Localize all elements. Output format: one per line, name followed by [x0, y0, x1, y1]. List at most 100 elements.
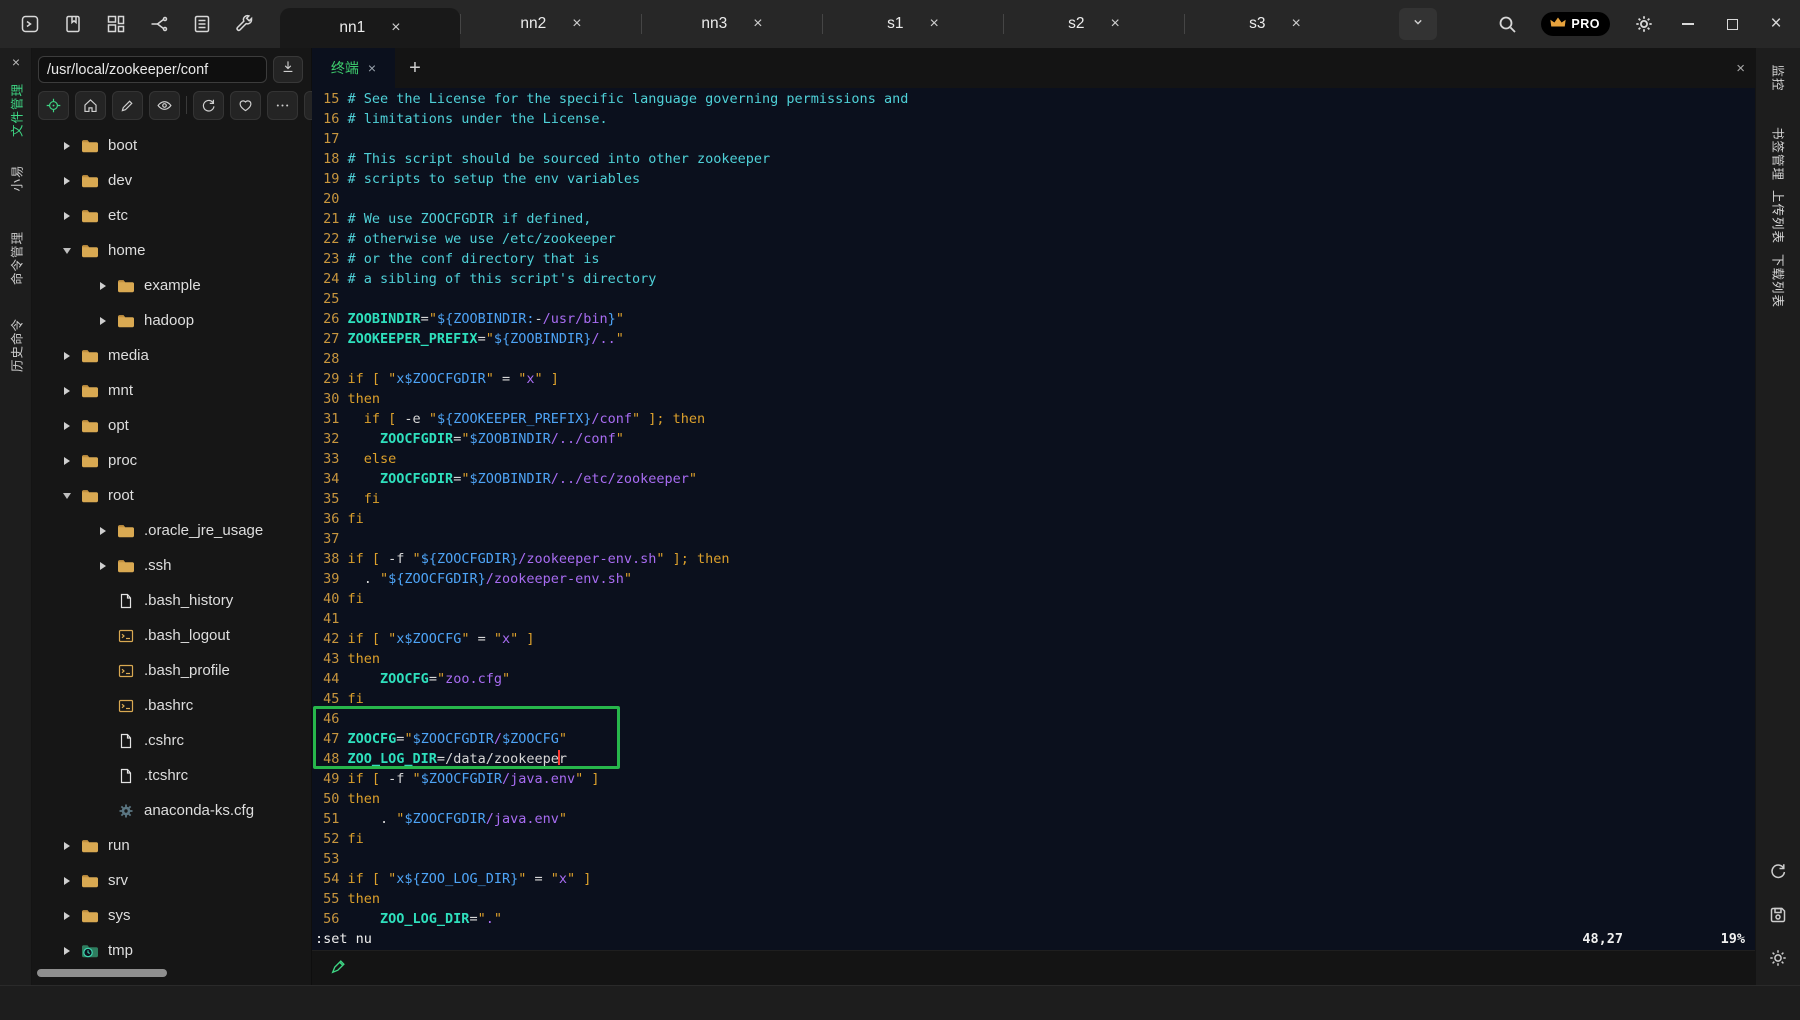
tree-item-.bashrc[interactable]: .bashrc	[32, 688, 311, 723]
session-tab-s2[interactable]: s2×	[1004, 0, 1184, 48]
expand-arrow-icon[interactable]	[62, 947, 72, 955]
tree-item-home[interactable]: home	[32, 233, 311, 268]
expand-arrow-icon[interactable]	[62, 387, 72, 395]
panel-collapse-button[interactable]: ×	[0, 54, 32, 70]
tab-close-icon[interactable]: ×	[930, 15, 939, 33]
expand-arrow-icon[interactable]	[62, 212, 72, 220]
expand-arrow-icon[interactable]	[62, 422, 72, 430]
layout-grid-icon[interactable]	[106, 14, 126, 34]
wrench-icon[interactable]	[235, 14, 255, 34]
right-rail-item[interactable]: 上传列表	[1756, 185, 1800, 249]
tree-item-.bash_logout[interactable]: .bash_logout	[32, 618, 311, 653]
window-close-button[interactable]: ×	[1766, 14, 1786, 34]
tree-item-srv[interactable]: srv	[32, 863, 311, 898]
tree-item-.cshrc[interactable]: .cshrc	[32, 723, 311, 758]
tree-item-media[interactable]: media	[32, 338, 311, 373]
marker-pen-icon[interactable]	[330, 957, 348, 980]
expand-arrow-icon[interactable]	[98, 562, 108, 570]
new-terminal-tab-button[interactable]: +	[395, 48, 435, 88]
eye-button[interactable]	[149, 91, 180, 120]
refresh-button[interactable]	[193, 91, 224, 120]
tree-item-.tcshrc[interactable]: .tcshrc	[32, 758, 311, 793]
expand-arrow-icon[interactable]	[62, 142, 72, 150]
tree-item-.oracle_jre_usage[interactable]: .oracle_jre_usage	[32, 513, 311, 548]
tree-item-.ssh[interactable]: .ssh	[32, 548, 311, 583]
connection-tree-icon[interactable]	[149, 14, 169, 34]
expand-arrow-icon[interactable]	[98, 527, 108, 535]
expand-arrow-icon[interactable]	[62, 457, 72, 465]
download-button[interactable]	[273, 56, 303, 83]
terminal-tab-close-icon[interactable]: ×	[368, 60, 376, 76]
settings-icon[interactable]	[1768, 948, 1788, 968]
folder-icon	[81, 348, 99, 364]
tree-item-tmp[interactable]: tmp	[32, 933, 311, 968]
tab-close-icon[interactable]: ×	[1111, 15, 1120, 33]
collapse-arrow-icon[interactable]	[62, 248, 72, 254]
terminal-launcher-icon[interactable]	[20, 14, 40, 34]
tab-close-icon[interactable]: ×	[391, 19, 400, 37]
tree-item-example[interactable]: example	[32, 268, 311, 303]
tree-item-.bash_profile[interactable]: .bash_profile	[32, 653, 311, 688]
left-rail-item[interactable]: 历史命令	[0, 313, 32, 377]
tree-item-anaconda-ks.cfg[interactable]: anaconda-ks.cfg	[32, 793, 311, 828]
expand-arrow-icon[interactable]	[98, 282, 108, 290]
session-tab-nn1[interactable]: nn1×	[280, 8, 460, 48]
tree-item-proc[interactable]: proc	[32, 443, 311, 478]
collapse-arrow-icon[interactable]	[62, 493, 72, 499]
session-tab-s3[interactable]: s3×	[1185, 0, 1365, 48]
session-tab-nn3[interactable]: nn3×	[642, 0, 822, 48]
tab-close-icon[interactable]: ×	[753, 15, 762, 33]
tree-item-etc[interactable]: etc	[32, 198, 311, 233]
scrollbar-thumb[interactable]	[37, 969, 167, 977]
terminal-panel-close-button[interactable]: ×	[1736, 48, 1745, 88]
code-line-20: 20	[315, 189, 1755, 209]
expand-arrow-icon[interactable]	[62, 177, 72, 185]
tree-item-opt[interactable]: opt	[32, 408, 311, 443]
expand-arrow-icon[interactable]	[62, 352, 72, 360]
rail-item-label: 下载列表	[1769, 254, 1788, 308]
tab-close-icon[interactable]: ×	[572, 15, 581, 33]
settings-button[interactable]	[1634, 14, 1654, 34]
favorite-button[interactable]	[230, 91, 261, 120]
left-rail-item[interactable]: 命令管理	[0, 226, 32, 290]
expand-arrow-icon[interactable]	[62, 912, 72, 920]
line-number: 34	[315, 471, 348, 487]
tab-close-icon[interactable]: ×	[1292, 15, 1301, 33]
session-tab-nn2[interactable]: nn2×	[461, 0, 641, 48]
pro-badge[interactable]: PRO	[1541, 12, 1610, 36]
tree-item-.bash_history[interactable]: .bash_history	[32, 583, 311, 618]
save-icon[interactable]	[1768, 905, 1788, 925]
terminal-screen[interactable]: 15 # See the License for the specific la…	[312, 88, 1755, 950]
tree-item-mnt[interactable]: mnt	[32, 373, 311, 408]
terminal-tab[interactable]: 终端 ×	[312, 48, 395, 88]
pen-button[interactable]	[112, 91, 143, 120]
tree-item-root[interactable]: root	[32, 478, 311, 513]
path-input[interactable]	[38, 56, 267, 83]
server-list-icon[interactable]	[192, 14, 212, 34]
right-rail-item[interactable]: 监控	[1756, 61, 1800, 95]
home-button[interactable]	[75, 91, 106, 120]
scroll-percent: 19%	[1721, 929, 1745, 949]
horizontal-scrollbar[interactable]	[37, 969, 305, 977]
right-rail-item[interactable]: 下载列表	[1756, 249, 1800, 313]
left-rail-item[interactable]: 小易	[0, 161, 32, 195]
tree-item-run[interactable]: run	[32, 828, 311, 863]
left-rail-item[interactable]: 文件管理	[0, 78, 32, 142]
locate-button[interactable]	[38, 91, 69, 120]
right-rail-item[interactable]: 书签管理	[1756, 122, 1800, 186]
maximize-button[interactable]	[1722, 14, 1742, 34]
tree-item-sys[interactable]: sys	[32, 898, 311, 933]
tree-item-dev[interactable]: dev	[32, 163, 311, 198]
tab-list-dropdown-button[interactable]	[1399, 8, 1437, 40]
expand-arrow-icon[interactable]	[62, 842, 72, 850]
minimize-button[interactable]	[1678, 14, 1698, 34]
search-button[interactable]	[1497, 14, 1517, 34]
expand-arrow-icon[interactable]	[62, 877, 72, 885]
expand-arrow-icon[interactable]	[98, 317, 108, 325]
more-button[interactable]	[267, 91, 298, 120]
bookmark-page-icon[interactable]	[63, 14, 83, 34]
refresh-icon[interactable]	[1768, 861, 1788, 881]
tree-item-hadoop[interactable]: hadoop	[32, 303, 311, 338]
session-tab-s1[interactable]: s1×	[823, 0, 1003, 48]
tree-item-boot[interactable]: boot	[32, 128, 311, 163]
